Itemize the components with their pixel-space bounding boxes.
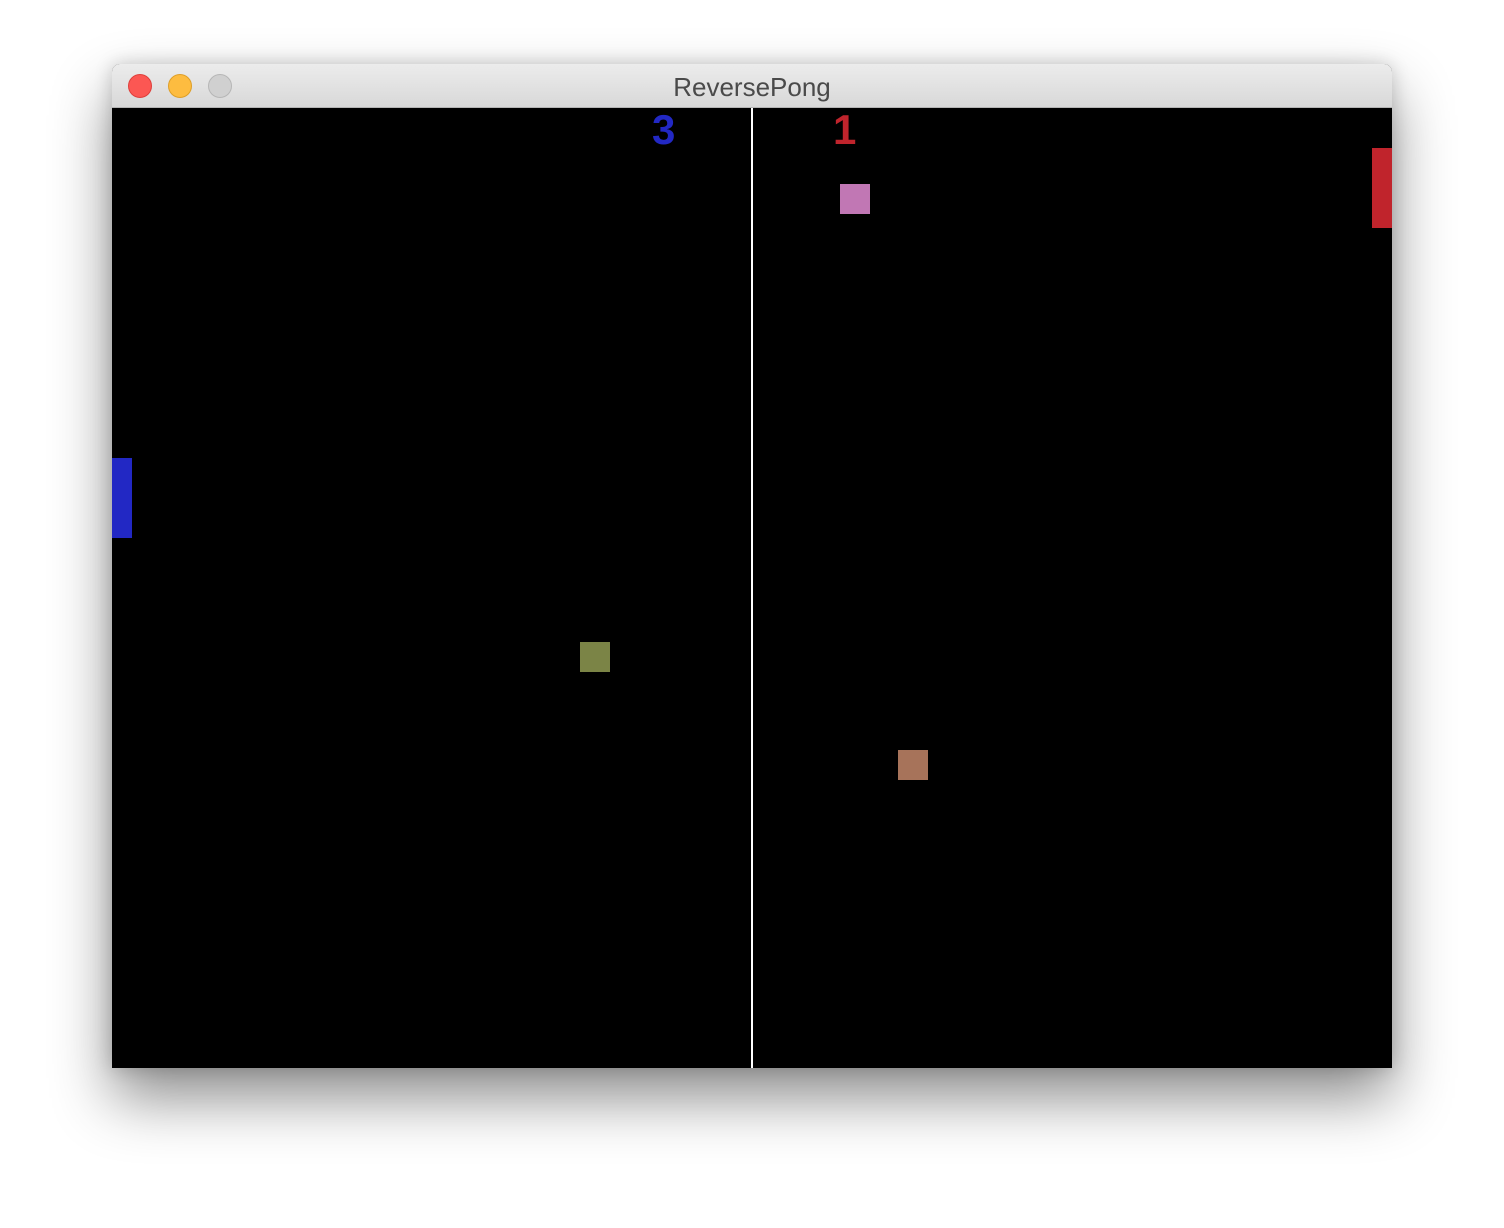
game-field[interactable]: 3 1 bbox=[112, 106, 1392, 1068]
right-score: 1 bbox=[833, 106, 857, 153]
pink-ball bbox=[840, 184, 870, 214]
title-bar[interactable]: ReversePong bbox=[112, 64, 1392, 108]
left-score: 3 bbox=[652, 106, 676, 153]
right-paddle bbox=[1372, 148, 1392, 228]
game-window: ReversePong 3 1 bbox=[112, 64, 1392, 1068]
center-divider bbox=[751, 108, 753, 1068]
left-paddle bbox=[112, 458, 132, 538]
brown-ball bbox=[898, 750, 928, 780]
olive-ball bbox=[580, 642, 610, 672]
window-title: ReversePong bbox=[673, 72, 831, 102]
